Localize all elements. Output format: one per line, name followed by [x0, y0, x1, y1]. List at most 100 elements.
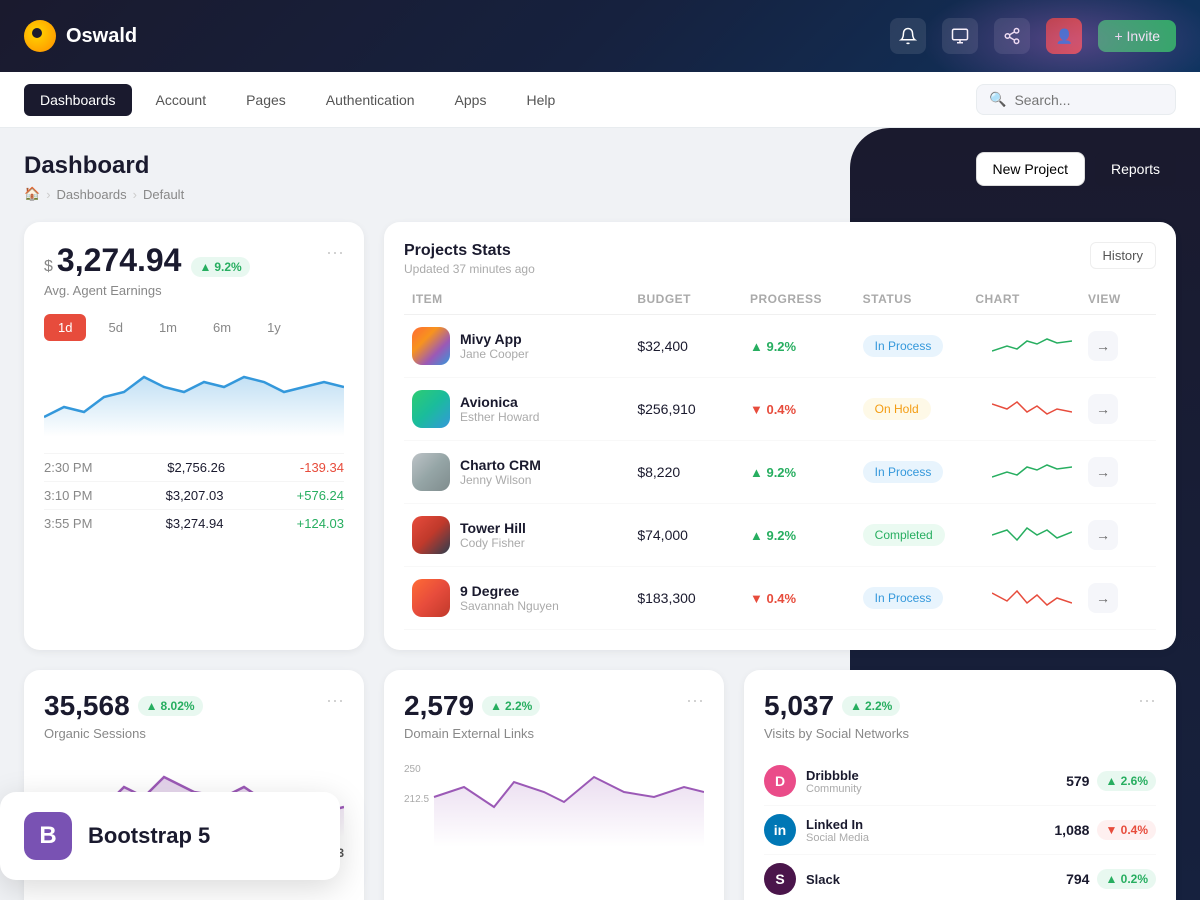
- col-chart: CHART: [975, 292, 1088, 306]
- external-number: 2,579 ▲ 2.2%: [404, 690, 540, 722]
- project-info-tower: Tower Hill Cody Fisher: [460, 520, 526, 550]
- chart-9degree: [975, 583, 1088, 613]
- time-filter-1m[interactable]: 1m: [145, 314, 191, 341]
- view-btn-avionica[interactable]: →: [1088, 394, 1118, 424]
- earnings-main: $ 3,274.94 ▲ 9.2% Avg. Agent Earnings: [44, 242, 250, 298]
- earnings-amount: $ 3,274.94 ▲ 9.2%: [44, 242, 250, 279]
- nav-item-dashboards[interactable]: Dashboards: [24, 84, 132, 116]
- view-btn-tower[interactable]: →: [1088, 520, 1118, 550]
- project-item-tower: Tower Hill Cody Fisher: [412, 516, 637, 554]
- status-avionica: On Hold: [863, 398, 976, 420]
- top-cards-grid: $ 3,274.94 ▲ 9.2% Avg. Agent Earnings ··…: [24, 222, 1176, 650]
- history-button[interactable]: History: [1090, 242, 1156, 269]
- earnings-row-1: 2:30 PM $2,756.26 -139.34: [44, 453, 344, 481]
- earnings-label: Avg. Agent Earnings: [44, 283, 250, 298]
- external-chart: 250 212.5: [404, 757, 704, 847]
- logo-name: Oswald: [66, 25, 137, 48]
- dribbble-icon: D: [764, 765, 796, 797]
- breadcrumb: 🏠 › Dashboards › Default: [24, 186, 184, 202]
- project-icon-avionica: [412, 390, 450, 428]
- bootstrap-overlay: B Bootstrap 5: [0, 792, 340, 880]
- invite-button[interactable]: + Invite: [1098, 20, 1176, 52]
- monitor-icon[interactable]: [942, 18, 978, 54]
- view-tower: →: [1088, 520, 1148, 550]
- status-9degree: In Process: [863, 587, 976, 609]
- search-box: 🔍: [976, 84, 1176, 115]
- share-icon[interactable]: [994, 18, 1030, 54]
- project-item-mivy: Mivy App Jane Cooper: [412, 327, 637, 365]
- col-progress: PROGRESS: [750, 292, 863, 306]
- notifications-icon[interactable]: [890, 18, 926, 54]
- breadcrumb-home-icon: 🏠: [24, 186, 40, 202]
- earnings-chart: [44, 357, 344, 437]
- col-budget: BUDGET: [637, 292, 750, 306]
- avatar[interactable]: 👤: [1046, 18, 1082, 54]
- earnings-badge: ▲ 9.2%: [191, 257, 249, 277]
- nav-item-apps[interactable]: Apps: [439, 84, 503, 116]
- earnings-row-3: 3:55 PM $3,274.94 +124.03: [44, 509, 344, 537]
- budget-tower: $74,000: [637, 527, 750, 543]
- social-row-slack: S Slack 794 ▲ 0.2%: [764, 855, 1156, 900]
- progress-avionica: ▼ 0.4%: [750, 402, 863, 417]
- project-icon-9degree: [412, 579, 450, 617]
- projects-title-area: Projects Stats Updated 37 minutes ago: [404, 242, 535, 276]
- time-filter-1d[interactable]: 1d: [44, 314, 86, 341]
- bootstrap-icon: B: [24, 812, 72, 860]
- nav-item-account[interactable]: Account: [140, 84, 223, 116]
- earnings-more-btn[interactable]: ···: [326, 242, 344, 263]
- time-filter-1y[interactable]: 1y: [253, 314, 295, 341]
- projects-header: Projects Stats Updated 37 minutes ago Hi…: [404, 242, 1156, 276]
- social-networks-card: 5,037 ▲ 2.2% ··· Visits by Social Networ…: [744, 670, 1176, 900]
- project-info-avionica: Avionica Esther Howard: [460, 394, 539, 424]
- project-icon-tower: [412, 516, 450, 554]
- budget-9degree: $183,300: [637, 590, 750, 606]
- view-9degree: →: [1088, 583, 1148, 613]
- nav-item-help[interactable]: Help: [510, 84, 571, 116]
- svg-text:250: 250: [404, 764, 421, 775]
- view-btn-charto[interactable]: →: [1088, 457, 1118, 487]
- projects-table-header: ITEM BUDGET PROGRESS STATUS CHART VIEW: [404, 292, 1156, 315]
- social-more-btn[interactable]: ···: [1138, 690, 1156, 711]
- view-avionica: →: [1088, 394, 1148, 424]
- page-header: Dashboard 🏠 › Dashboards › Default New P…: [24, 152, 1176, 202]
- project-row-mivy: Mivy App Jane Cooper $32,400 ▲ 9.2% In P…: [404, 315, 1156, 378]
- time-filter-6m[interactable]: 6m: [199, 314, 245, 341]
- social-row-dribbble: D Dribbble Community 579 ▲ 2.6%: [764, 757, 1156, 806]
- organic-more-btn[interactable]: ···: [326, 690, 344, 711]
- view-btn-9degree[interactable]: →: [1088, 583, 1118, 613]
- external-header: 2,579 ▲ 2.2% ···: [404, 690, 704, 722]
- reports-button[interactable]: Reports: [1095, 152, 1176, 186]
- external-more-btn[interactable]: ···: [686, 690, 704, 711]
- breadcrumb-dashboards[interactable]: Dashboards: [57, 187, 127, 202]
- earnings-data-rows: 2:30 PM $2,756.26 -139.34 3:10 PM $3,207…: [44, 453, 344, 537]
- project-item-charto: Charto CRM Jenny Wilson: [412, 453, 637, 491]
- time-filter-5d[interactable]: 5d: [94, 314, 136, 341]
- nav-item-pages[interactable]: Pages: [230, 84, 302, 116]
- secondary-navbar: Dashboards Account Pages Authentication …: [0, 72, 1200, 128]
- chart-tower: [975, 520, 1088, 550]
- new-project-button[interactable]: New Project: [976, 152, 1085, 186]
- social-label: Visits by Social Networks: [764, 726, 1156, 741]
- external-label: Domain External Links: [404, 726, 704, 741]
- organic-label: Organic Sessions: [44, 726, 344, 741]
- nav-item-authentication[interactable]: Authentication: [310, 84, 431, 116]
- col-view: VIEW: [1088, 292, 1148, 306]
- project-item-9degree: 9 Degree Savannah Nguyen: [412, 579, 637, 617]
- search-icon: 🔍: [989, 91, 1006, 108]
- social-header: 5,037 ▲ 2.2% ···: [764, 690, 1156, 722]
- project-row-9degree: 9 Degree Savannah Nguyen $183,300 ▼ 0.4%…: [404, 567, 1156, 630]
- project-info-9degree: 9 Degree Savannah Nguyen: [460, 583, 559, 613]
- page-title: Dashboard: [24, 152, 184, 180]
- budget-mivy: $32,400: [637, 338, 750, 354]
- slack-icon: S: [764, 863, 796, 895]
- project-row-avionica: Avionica Esther Howard $256,910 ▼ 0.4% O…: [404, 378, 1156, 441]
- project-item-avionica: Avionica Esther Howard: [412, 390, 637, 428]
- budget-charto: $8,220: [637, 464, 750, 480]
- breadcrumb-default: Default: [143, 187, 184, 202]
- chart-avionica: [975, 394, 1088, 424]
- earnings-row-2: 3:10 PM $3,207.03 +576.24: [44, 481, 344, 509]
- header-actions: New Project Reports: [976, 152, 1177, 186]
- search-input[interactable]: [1014, 92, 1164, 108]
- view-btn-mivy[interactable]: →: [1088, 331, 1118, 361]
- nav-icons: 👤 + Invite: [890, 18, 1176, 54]
